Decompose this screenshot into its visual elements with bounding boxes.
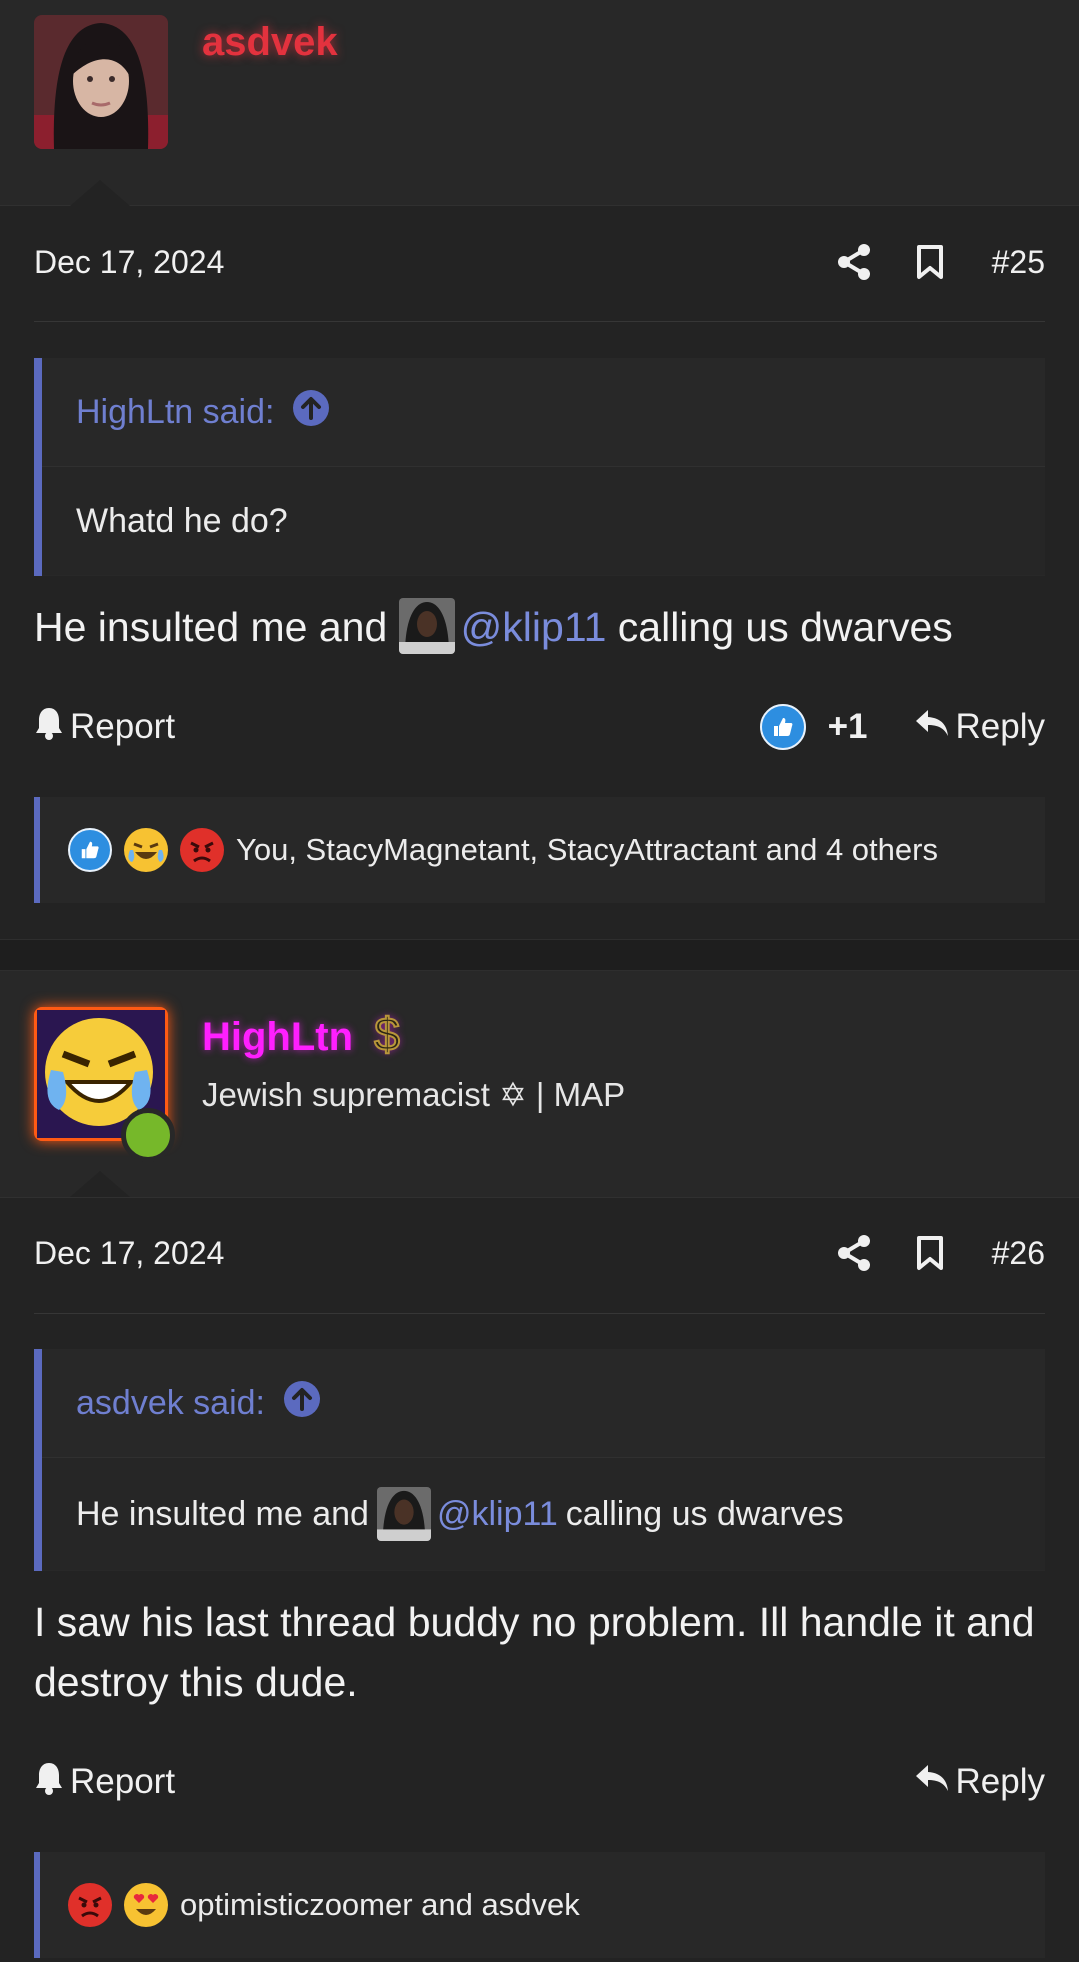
divider bbox=[34, 1313, 1045, 1314]
post-meta: Dec 17, 2024 #25 bbox=[34, 232, 1045, 292]
mention-avatar[interactable] bbox=[398, 598, 455, 655]
reactions-bar[interactable]: You, StacyMagnetant, StacyAttractant and… bbox=[34, 797, 1045, 903]
username[interactable]: HighLtn $ bbox=[202, 1007, 401, 1061]
mention-avatar[interactable] bbox=[376, 1487, 431, 1541]
bookmark-icon[interactable] bbox=[910, 242, 950, 282]
post-number[interactable]: #25 bbox=[992, 244, 1045, 281]
like-icon bbox=[68, 828, 112, 872]
laugh-cry-icon bbox=[124, 828, 168, 872]
post-actions: Report Reply bbox=[34, 1752, 1045, 1812]
like-count: +1 bbox=[827, 707, 868, 746]
reactions-bar[interactable]: optimisticzoomer and asdvek bbox=[34, 1852, 1045, 1958]
like-button[interactable]: +1 bbox=[759, 704, 868, 750]
dollar-badge: $ bbox=[373, 1007, 401, 1061]
user-mention[interactable]: @klip11 bbox=[461, 604, 607, 650]
divider bbox=[34, 321, 1045, 322]
heart-eyes-icon bbox=[124, 1883, 168, 1927]
report-label: Report bbox=[70, 707, 176, 746]
reactions-text[interactable]: optimisticzoomer and asdvek bbox=[180, 1887, 580, 1923]
post-pointer bbox=[70, 180, 130, 206]
report-label: Report bbox=[70, 1762, 176, 1801]
post-actions: Report +1 Reply bbox=[34, 697, 1045, 757]
quote-author[interactable]: asdvek said: bbox=[76, 1384, 265, 1423]
post-number[interactable]: #26 bbox=[992, 1235, 1045, 1272]
like-icon bbox=[759, 704, 806, 750]
bell-icon bbox=[34, 706, 64, 749]
post-body: He insulted me and @klip11 calling us dw… bbox=[34, 597, 1045, 658]
reply-icon bbox=[914, 707, 950, 747]
quote-text: Whatd he do? bbox=[42, 467, 1045, 575]
body-text: He insulted me and bbox=[34, 604, 388, 650]
quote-author[interactable]: HighLtn said: bbox=[76, 393, 274, 432]
angry-icon bbox=[180, 828, 224, 872]
arrow-up-circle-icon[interactable] bbox=[283, 1380, 321, 1427]
post-date[interactable]: Dec 17, 2024 bbox=[34, 244, 798, 281]
reactions-text[interactable]: You, StacyMagnetant, StacyAttractant and… bbox=[236, 832, 938, 868]
reply-button[interactable]: Reply bbox=[914, 1762, 1045, 1802]
quote-attribution[interactable]: HighLtn said: bbox=[42, 358, 1045, 467]
username[interactable]: asdvek bbox=[202, 20, 338, 65]
quote-attribution[interactable]: asdvek said: bbox=[42, 1349, 1045, 1458]
quote-text-part: calling us dwarves bbox=[565, 1494, 844, 1533]
post-body: I saw his last thread buddy no problem. … bbox=[34, 1599, 1035, 1705]
online-status-dot bbox=[121, 1108, 175, 1162]
post-date[interactable]: Dec 17, 2024 bbox=[34, 1235, 798, 1272]
bookmark-icon[interactable] bbox=[910, 1233, 950, 1273]
reply-icon bbox=[914, 1762, 950, 1802]
share-icon[interactable] bbox=[834, 1233, 874, 1273]
post-meta: Dec 17, 2024 #26 bbox=[34, 1223, 1045, 1283]
post-header-asdvek: asdvek bbox=[0, 0, 1079, 206]
quote-text-part: He insulted me and bbox=[76, 1494, 369, 1533]
user-title: Jewish supremacist ✡ | MAP bbox=[202, 1076, 626, 1113]
post-header-highltn: HighLtn $ Jewish supremacist ✡ | MAP bbox=[0, 971, 1079, 1198]
username-text[interactable]: HighLtn bbox=[202, 1015, 353, 1059]
post-pointer bbox=[70, 1171, 130, 1197]
user-mention[interactable]: @klip11 bbox=[437, 1495, 558, 1534]
bell-icon bbox=[34, 1761, 64, 1804]
post-separator bbox=[0, 939, 1079, 971]
report-button[interactable]: Report bbox=[34, 706, 175, 749]
angry-icon bbox=[68, 1883, 112, 1927]
quote-block: HighLtn said: Whatd he do? bbox=[34, 358, 1045, 576]
reply-label: Reply bbox=[955, 707, 1045, 746]
reply-label: Reply bbox=[955, 1762, 1045, 1801]
reply-button[interactable]: Reply bbox=[914, 707, 1045, 747]
body-text: calling us dwarves bbox=[617, 604, 953, 650]
report-button[interactable]: Report bbox=[34, 1761, 175, 1804]
arrow-up-circle-icon[interactable] bbox=[292, 389, 330, 436]
quote-block: asdvek said: He insulted me and @klip11 … bbox=[34, 1349, 1045, 1571]
quote-text: He insulted me and @klip11 calling us dw… bbox=[42, 1458, 1045, 1570]
share-icon[interactable] bbox=[834, 242, 874, 282]
avatar[interactable] bbox=[34, 1007, 175, 1162]
avatar[interactable] bbox=[34, 15, 168, 149]
